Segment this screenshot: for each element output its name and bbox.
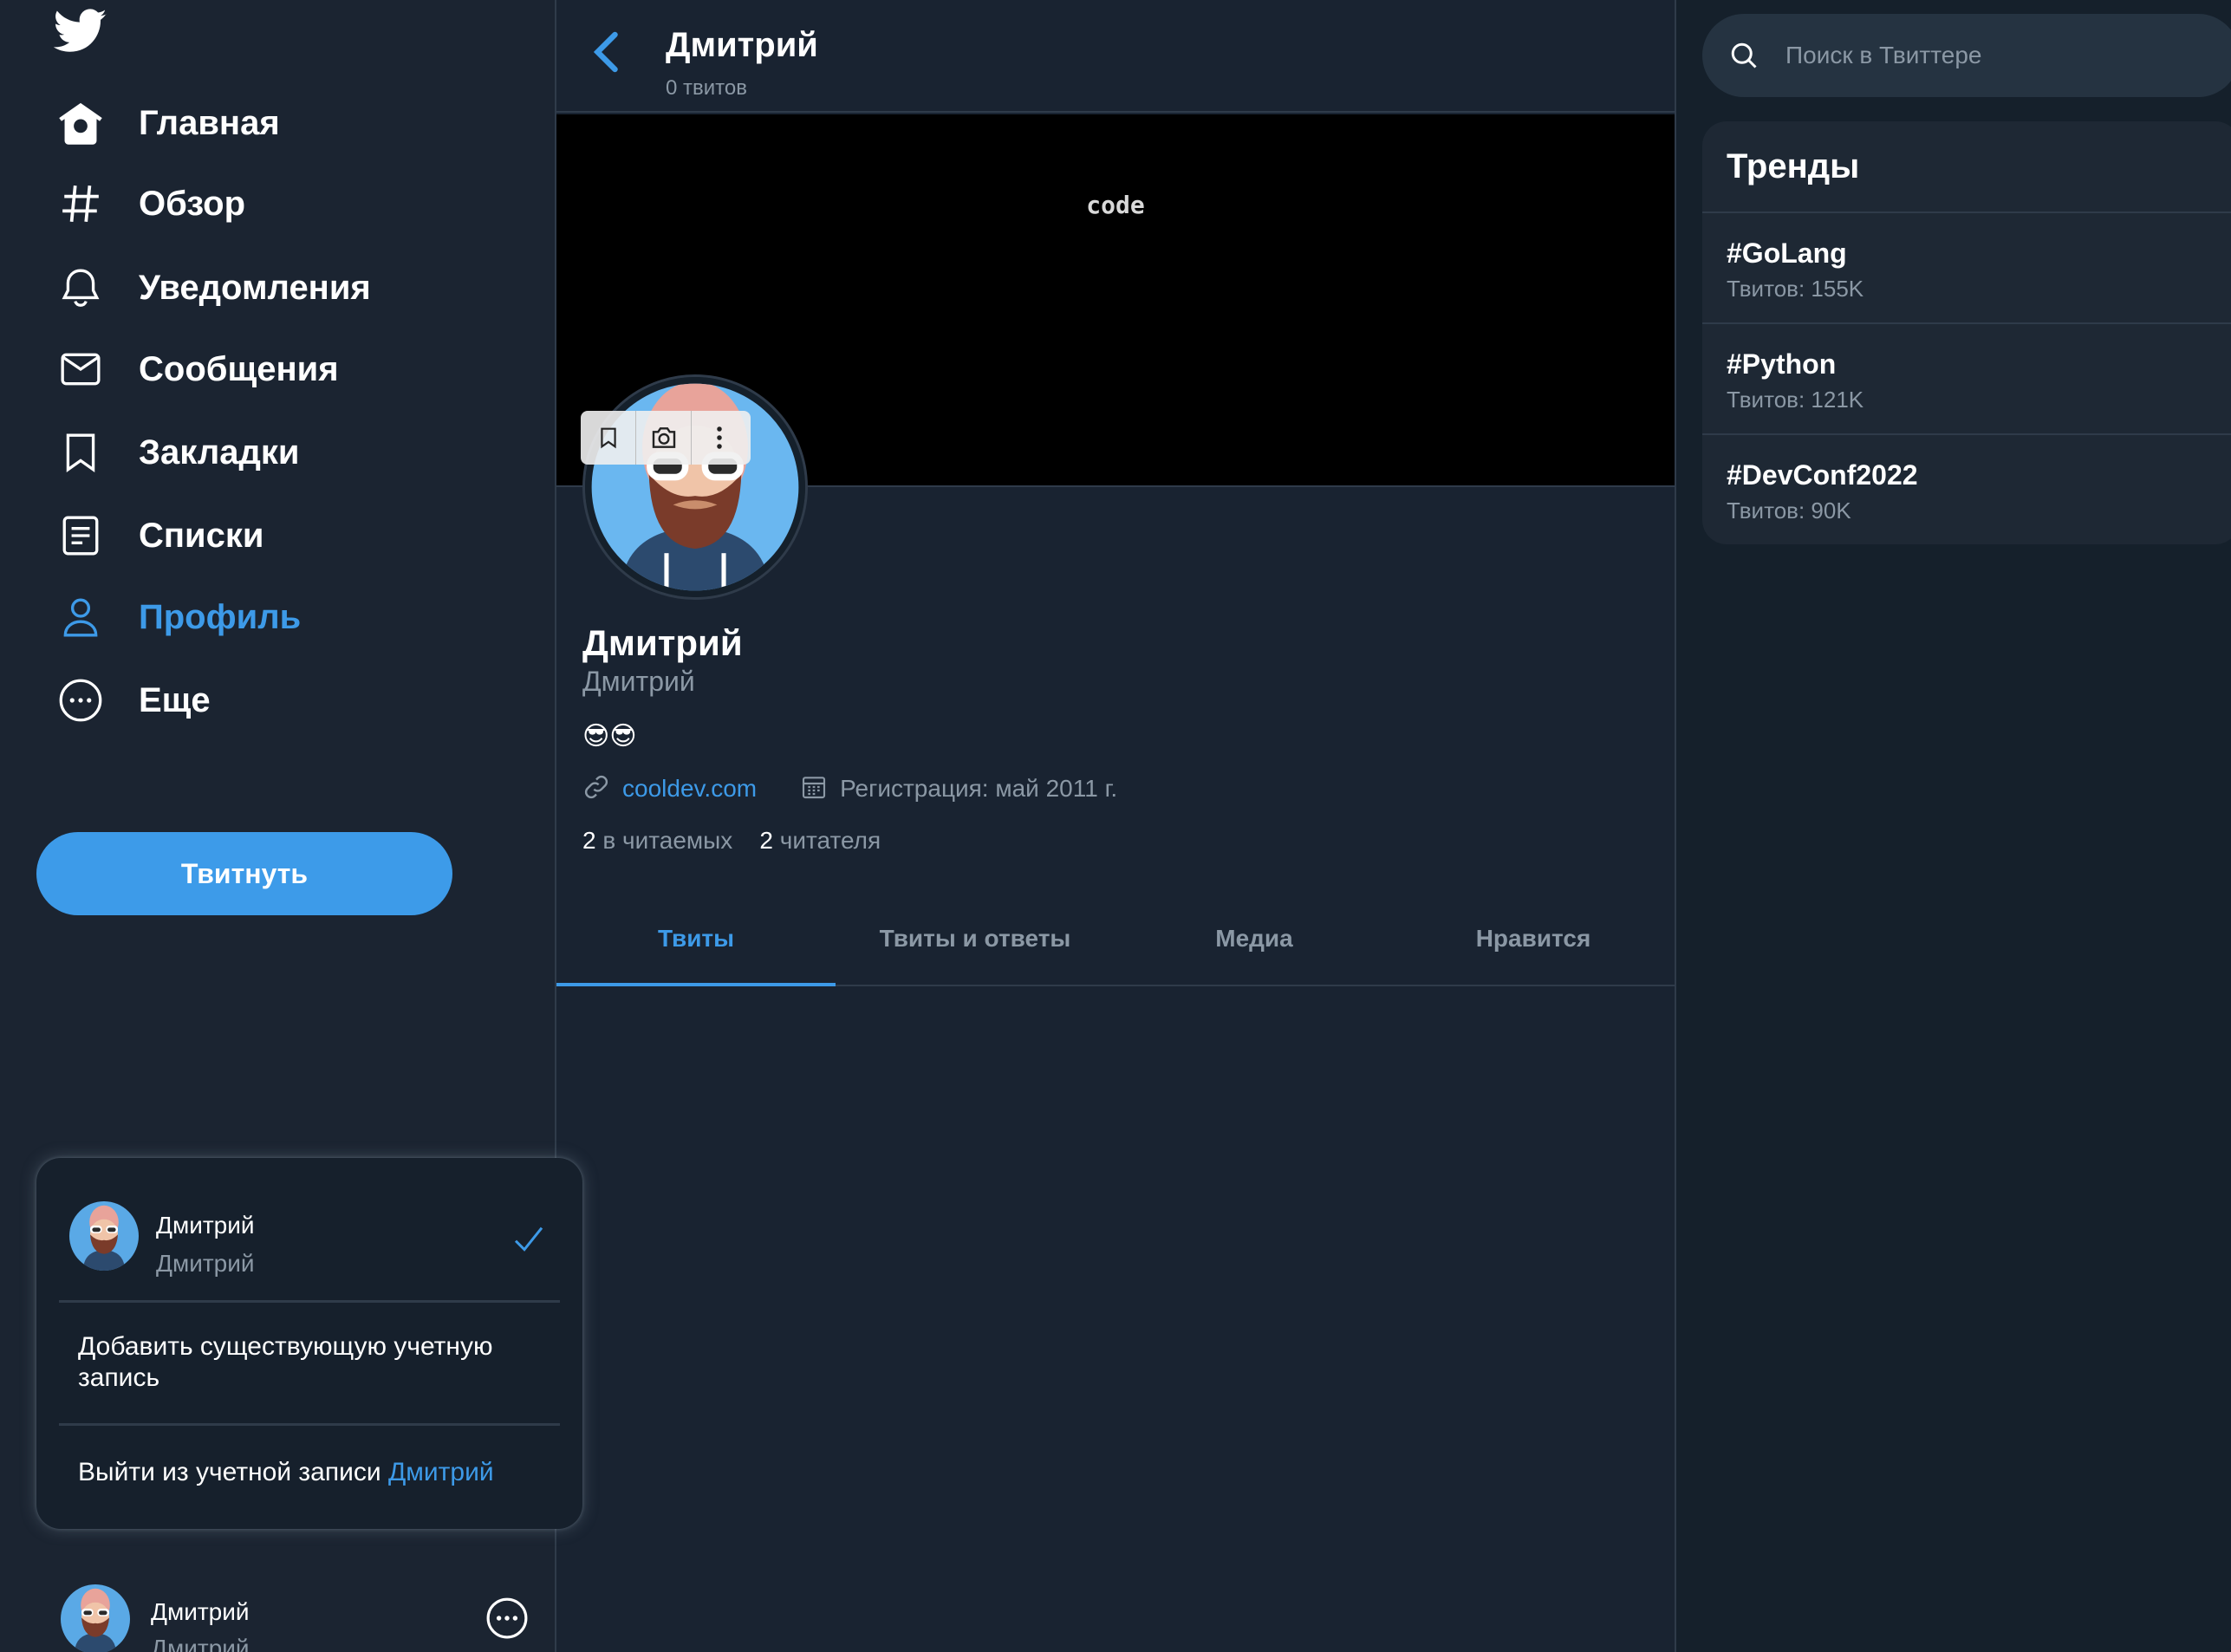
search-icon: [1728, 40, 1759, 71]
trend-item[interactable]: #GoLang Твитов: 155K: [1702, 211, 2231, 322]
user-icon: [54, 590, 107, 644]
following-count: 2: [582, 827, 596, 854]
nav-item-notifications[interactable]: Уведомления: [54, 253, 539, 322]
nav-label: Обзор: [139, 184, 246, 223]
trend-item[interactable]: #DevConf2022 Твитов: 90K: [1702, 433, 2231, 544]
tab-tweets[interactable]: Твиты: [556, 893, 836, 986]
avatar: [61, 1584, 130, 1652]
nav-item-profile[interactable]: Профиль: [54, 582, 539, 652]
avatar: [69, 1201, 139, 1271]
profile-meta: cooldev.com Регистрация: май 2011 г.: [582, 771, 1161, 806]
nav-label: Главная: [139, 103, 280, 142]
trend-count: Твитов: 121K: [1727, 387, 1864, 413]
nav-item-messages[interactable]: Сообщения: [54, 335, 539, 404]
trend-tag: #DevConf2022: [1727, 459, 1918, 491]
profile-handle: Дмитрий: [582, 666, 695, 697]
hashtag-icon: [54, 177, 107, 231]
tab-likes[interactable]: Нравится: [1394, 893, 1673, 985]
trends-panel: Тренды #GoLang Твитов: 155K #Python Твит…: [1702, 121, 2231, 544]
trend-tag: #Python: [1727, 348, 1837, 380]
trends-title: Тренды: [1727, 147, 1860, 185]
banner-text: code: [1086, 191, 1145, 219]
image-toolbar: [581, 411, 751, 465]
account-name: Дмитрий: [151, 1598, 250, 1625]
list-icon: [54, 509, 107, 563]
twitter-logo-icon[interactable]: [53, 9, 107, 54]
profile-tabs: Твиты Твиты и ответы Медиа Нравится: [556, 893, 1675, 986]
follow-stats: 2 в читаемых 2 читателя: [582, 827, 881, 855]
following-label: в читаемых: [602, 827, 733, 854]
bookmark-icon: [54, 426, 107, 479]
account-switcher[interactable]: Дмитрий Дмитрий: [61, 1577, 546, 1652]
bookmark-icon[interactable]: [581, 411, 636, 465]
account-handle: Дмитрий: [156, 1250, 255, 1277]
nav-item-lists[interactable]: Списки: [54, 501, 539, 570]
camera-icon[interactable]: [636, 411, 692, 465]
nav-label: Профиль: [139, 597, 302, 636]
divider: [59, 1423, 560, 1426]
app-root: Главная Обзор Уведомления Сообщения Закл…: [0, 0, 2231, 1652]
tab-tweets-and-replies[interactable]: Твиты и ответы: [836, 893, 1115, 985]
website-link[interactable]: cooldev.com: [622, 775, 757, 803]
divider: [59, 1300, 560, 1303]
kebab-menu-icon[interactable]: [692, 411, 747, 465]
link-icon: [582, 773, 610, 805]
right-sidebar: Тренды #GoLang Твитов: 155K #Python Твит…: [1675, 0, 2231, 1652]
followers-label: читателя: [779, 827, 881, 854]
current-account-row[interactable]: Дмитрий Дмитрий: [36, 1158, 582, 1300]
calendar-icon: [800, 773, 828, 805]
logout-label: Выйти из учетной записи: [78, 1458, 381, 1486]
profile-bio: 😎😎: [582, 722, 637, 751]
page-title: Дмитрий: [666, 26, 818, 64]
tab-media[interactable]: Медиа: [1115, 893, 1394, 985]
joined-date: Регистрация: май 2011 г.: [840, 775, 1118, 802]
joined-item: Регистрация: май 2011 г.: [800, 773, 1117, 805]
nav-item-bookmarks[interactable]: Закладки: [54, 418, 539, 487]
logout-item[interactable]: Выйти из учетной записи Дмитрий: [78, 1458, 494, 1487]
trend-count: Твитов: 90K: [1727, 498, 1851, 524]
logout-account-name: Дмитрий: [387, 1458, 494, 1486]
followers-count: 2: [759, 827, 773, 854]
profile-name: Дмитрий: [582, 622, 743, 663]
more-circle-icon: [54, 673, 107, 727]
followers-link[interactable]: 2 читателя: [759, 827, 881, 854]
envelope-icon: [54, 342, 107, 396]
tweet-count: 0 твитов: [666, 76, 747, 100]
nav-label: Уведомления: [139, 268, 371, 307]
nav-label: Списки: [139, 516, 264, 555]
trend-item[interactable]: #Python Твитов: 121K: [1702, 322, 2231, 433]
bell-icon: [54, 261, 107, 315]
tweet-button[interactable]: Твитнуть: [36, 832, 452, 915]
website-item: cooldev.com: [582, 773, 757, 805]
home-icon: [54, 96, 107, 150]
nav-item-explore[interactable]: Обзор: [54, 169, 539, 238]
more-horizontal-icon[interactable]: [485, 1597, 529, 1640]
profile-header: Дмитрий 0 твитов: [556, 0, 1675, 113]
add-existing-account-item[interactable]: Добавить существующую учетную запись: [78, 1331, 529, 1394]
account-name: Дмитрий: [156, 1212, 255, 1239]
search-input[interactable]: [1785, 42, 2219, 69]
profile-avatar[interactable]: [582, 374, 808, 600]
nav-label: Сообщения: [139, 349, 339, 388]
search-bar[interactable]: [1702, 14, 2231, 97]
nav-item-home[interactable]: Главная: [54, 88, 539, 158]
nav-label: Закладки: [139, 433, 300, 472]
trend-tag: #GoLang: [1727, 237, 1847, 269]
following-link[interactable]: 2 в читаемых: [582, 827, 732, 854]
checkmark-icon: [511, 1222, 546, 1257]
back-arrow-icon[interactable]: [582, 26, 634, 78]
account-handle: Дмитрий: [151, 1635, 250, 1652]
account-menu-popup: Дмитрий Дмитрий Добавить существующую уч…: [36, 1158, 582, 1529]
nav-label: Еще: [139, 680, 211, 719]
main-column: Дмитрий 0 твитов code Дмитрий Дмитрий 😎😎…: [556, 0, 1675, 1652]
trend-count: Твитов: 155K: [1727, 276, 1864, 302]
nav-item-more[interactable]: Еще: [54, 666, 539, 735]
